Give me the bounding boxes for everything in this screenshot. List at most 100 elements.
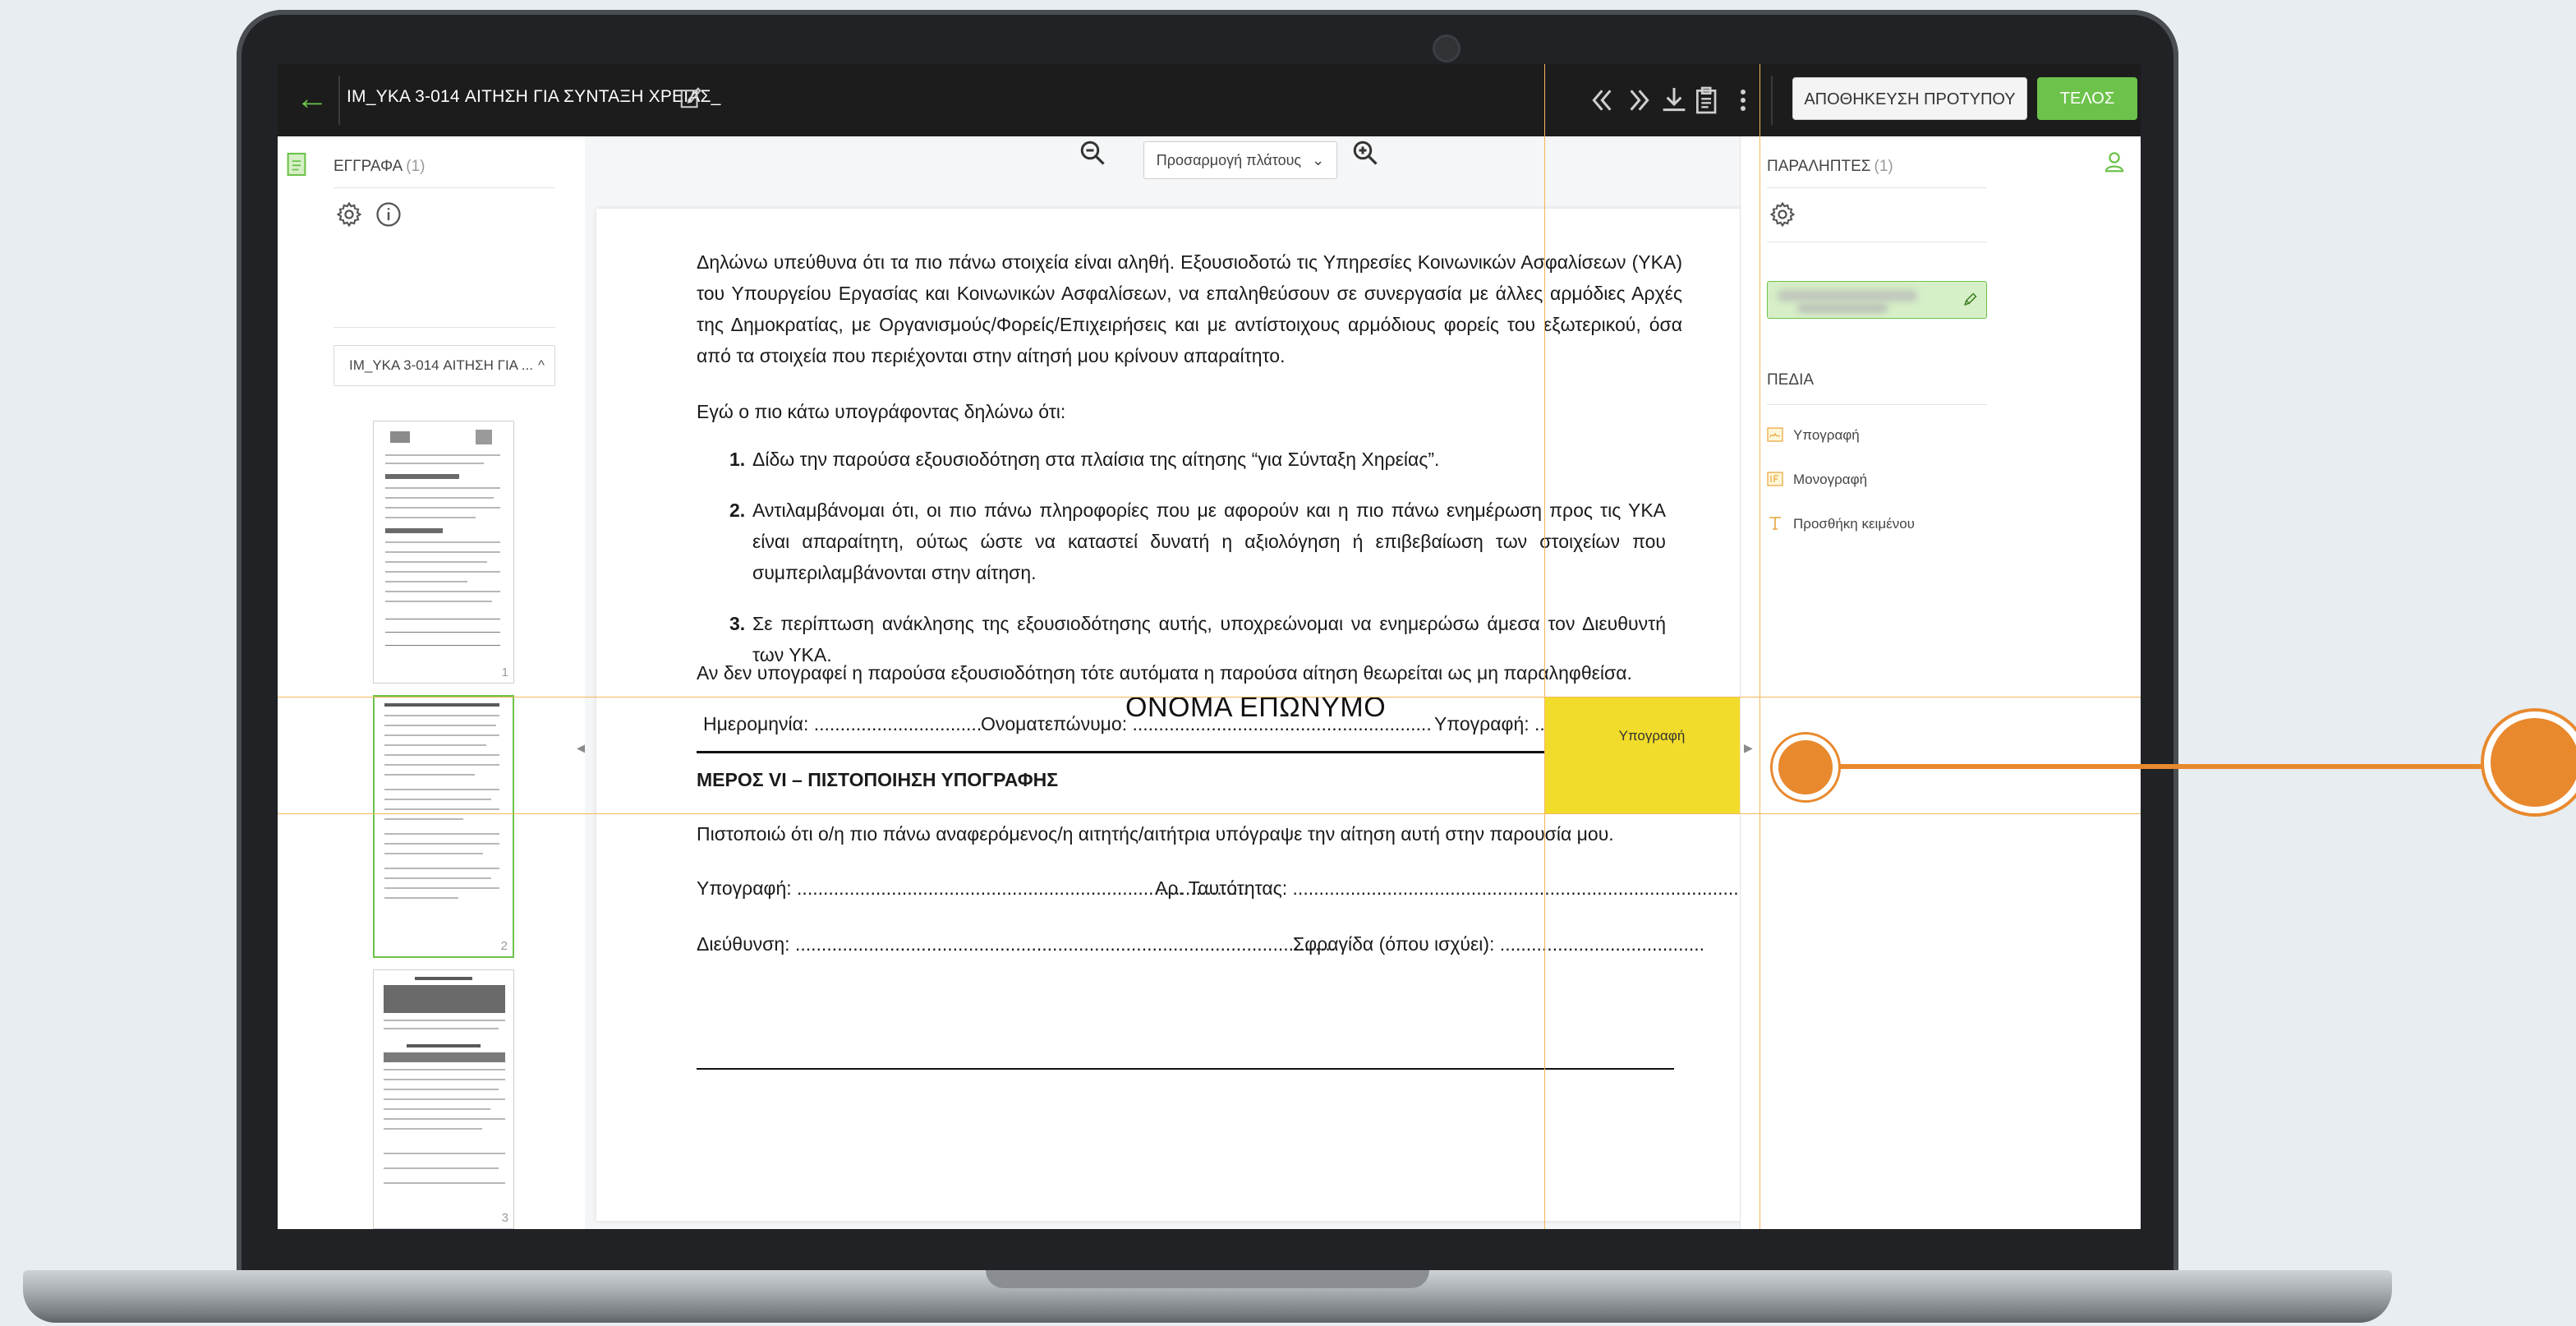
field-initials[interactable]: Μονογραφή	[1767, 472, 1867, 488]
recipients-title: ΠΑΡΑΛΗΠΤΕΣ	[1767, 158, 1871, 175]
thumb-text-line	[385, 454, 500, 456]
thumb-text-line	[384, 1108, 490, 1110]
document-select-value: IM_YKA 3-014 ΑΙΤΗΣΗ ΓΙΑ ...	[349, 357, 533, 373]
bottom-rule	[697, 1068, 1674, 1070]
thumb-heading	[384, 703, 499, 707]
list-item-number: 1.	[729, 449, 746, 470]
callout-connector	[1837, 764, 2486, 769]
list-item-number: 2.	[729, 500, 746, 521]
alignment-guide	[1544, 64, 1545, 1229]
thumb-text-line	[384, 897, 458, 899]
clipboard-icon[interactable]	[1690, 84, 1723, 117]
back-arrow-icon[interactable]: ←	[292, 79, 332, 118]
camera-icon	[1433, 35, 1460, 62]
thumb-text-line	[384, 1079, 505, 1080]
thumbnail-page-number: 1	[501, 665, 508, 679]
thumb-text-line	[384, 725, 496, 726]
not-signed-note: Αν δεν υπογραφεί η παρούσα εξουσιοδότηση…	[697, 662, 1632, 684]
app-screen: ← IM_YKA 3-014 ΑΙΤΗΣΗ ΓΙΑ ΣΥΝΤΑΞΗ ΧΡΕΙΑΣ…	[278, 64, 2141, 1229]
done-button[interactable]: ΤΕΛΟΣ	[2037, 77, 2137, 120]
stamp-line: Σφραγίδα (όπου ισχύει): ................…	[1293, 933, 1705, 955]
thumb-dense-text	[384, 985, 505, 1013]
thumb-text-line	[384, 715, 499, 716]
settings-gear-icon[interactable]	[1769, 200, 1796, 228]
recipient-card[interactable]	[1767, 281, 1987, 319]
thumb-text-line	[384, 808, 499, 810]
callout-endpoint	[2484, 711, 2576, 813]
settings-gear-icon[interactable]	[335, 200, 363, 228]
thumb-table	[385, 645, 500, 646]
thumb-text-line	[385, 541, 500, 543]
thumb-logo	[390, 431, 410, 443]
thumb-text-line	[384, 818, 463, 820]
page-thumbnail[interactable]: 2	[373, 695, 514, 958]
thumb-text-line	[385, 581, 467, 582]
thumb-heading	[385, 474, 459, 479]
field-signature[interactable]: Υπογραφή	[1767, 427, 1860, 444]
thumb-text-line	[385, 561, 487, 563]
save-template-button[interactable]: ΑΠΟΘΗΚΕΥΣΗ ΠΡΟΤΥΠΟΥ	[1792, 77, 2027, 120]
thumb-text-line	[384, 833, 499, 835]
section-title: ΜΕΡΟΣ VI – ΠΙΣΤΟΠΟΙΗΣΗ ΥΠΟΓΡΑΦΗΣ	[697, 769, 1059, 790]
signature-field-label: Υπογραφή	[1618, 728, 1686, 744]
thumb-text-line	[385, 591, 500, 592]
thumb-text-line	[384, 1089, 499, 1090]
thumb-text-line	[384, 843, 499, 845]
chevron-down-icon: ⌄	[1312, 152, 1325, 168]
thumb-heading	[415, 977, 472, 980]
thumbnail-page-number: 3	[501, 1211, 508, 1225]
field-add-text[interactable]: Προσθήκη κειμένου	[1767, 516, 1915, 532]
thumb-text-line	[384, 1153, 505, 1154]
thumb-text-line	[384, 734, 499, 736]
documents-title: ΕΓΓΡΑΦΑ	[334, 158, 403, 175]
thumb-text-line	[384, 774, 475, 776]
laptop-notch	[986, 1270, 1429, 1288]
certify-paragraph: Πιστοποιώ ότι ο/η πιο πάνω αναφερόμενος/…	[697, 823, 1614, 845]
top-bar: ← IM_YKA 3-014 ΑΙΤΗΣΗ ΓΙΑ ΣΥΝΤΑΞΗ ΧΡΕΙΑΣ…	[278, 64, 2141, 136]
thumb-text-line	[385, 463, 484, 464]
document-viewer: Προσαρμογή πλάτους ⌄ Δηλώνω υπεύθυνα ότι…	[585, 136, 1786, 1229]
documents-tab-icon[interactable]	[286, 151, 307, 177]
field-add-text-label: Προσθήκη κειμένου	[1793, 516, 1915, 532]
list-item: 2. Αντιλαμβάνομαι ότι, οι πιο πάνω πληρο…	[729, 495, 1666, 588]
zoom-select-value: Προσαρμογή πλάτους	[1156, 152, 1302, 168]
recipients-heading: ΠΑΡΑΛΗΠΤΕΣ (1)	[1767, 158, 1893, 176]
page-thumbnail[interactable]: 3	[373, 969, 514, 1229]
signature-field[interactable]: Υπογραφή	[1544, 697, 1760, 813]
recipients-panel: ▶ ΠΑΡΑΛΗΠΤΕΣ (1) ΠΕΔΙΑ Υπογραφή Μονογραφή	[1740, 136, 2141, 1229]
zoom-in-icon[interactable]	[1350, 138, 1380, 168]
thumb-text-line	[384, 868, 499, 869]
page-thumbnail[interactable]: 1	[373, 421, 514, 684]
thumbnail-page-number: 2	[500, 939, 508, 953]
recipient-user-icon[interactable]	[2102, 148, 2127, 176]
zoom-select[interactable]: Προσαρμογή πλάτους ⌄	[1143, 141, 1337, 179]
document-title: IM_YKA 3-014 ΑΙΤΗΣΗ ΓΙΑ ΣΥΝΤΑΞΗ ΧΡΕΙΑΣ_	[347, 87, 721, 106]
fields-title: ΠΕΔΙΑ	[1767, 371, 1815, 389]
divider	[1767, 404, 1987, 405]
zoom-out-icon[interactable]	[1078, 138, 1107, 168]
alignment-guide	[278, 697, 2141, 698]
list-item-number: 3.	[729, 613, 746, 634]
thumb-text-line	[385, 571, 500, 573]
previous-page-icon[interactable]	[1587, 84, 1620, 117]
thumb-text-line	[384, 789, 499, 790]
callout-marker	[1773, 734, 1838, 800]
thumb-text-line	[385, 517, 476, 518]
thumb-text-line	[384, 887, 499, 889]
document-select[interactable]: IM_YKA 3-014 ΑΙΤΗΣΗ ΓΙΑ ... ^	[334, 345, 555, 386]
list-item-text: Δίδω την παρούσα εξουσιοδότηση στα πλαίσ…	[752, 449, 1440, 470]
more-vertical-icon[interactable]	[1727, 84, 1760, 117]
download-icon[interactable]	[1658, 84, 1690, 117]
edit-icon[interactable]	[678, 85, 703, 110]
recipient-name-blurred	[1778, 290, 1917, 302]
thumb-text-line	[384, 754, 499, 756]
divider	[1767, 187, 1987, 188]
info-icon[interactable]	[375, 200, 402, 228]
thumb-text-line	[384, 799, 491, 800]
divider	[1771, 76, 1773, 125]
next-page-icon[interactable]	[1622, 84, 1654, 117]
pen-icon	[1963, 292, 1977, 306]
collapse-right-panel-icon[interactable]: ▶	[1744, 741, 1753, 755]
alignment-guide	[278, 813, 2141, 814]
thumb-text-line	[384, 877, 491, 879]
